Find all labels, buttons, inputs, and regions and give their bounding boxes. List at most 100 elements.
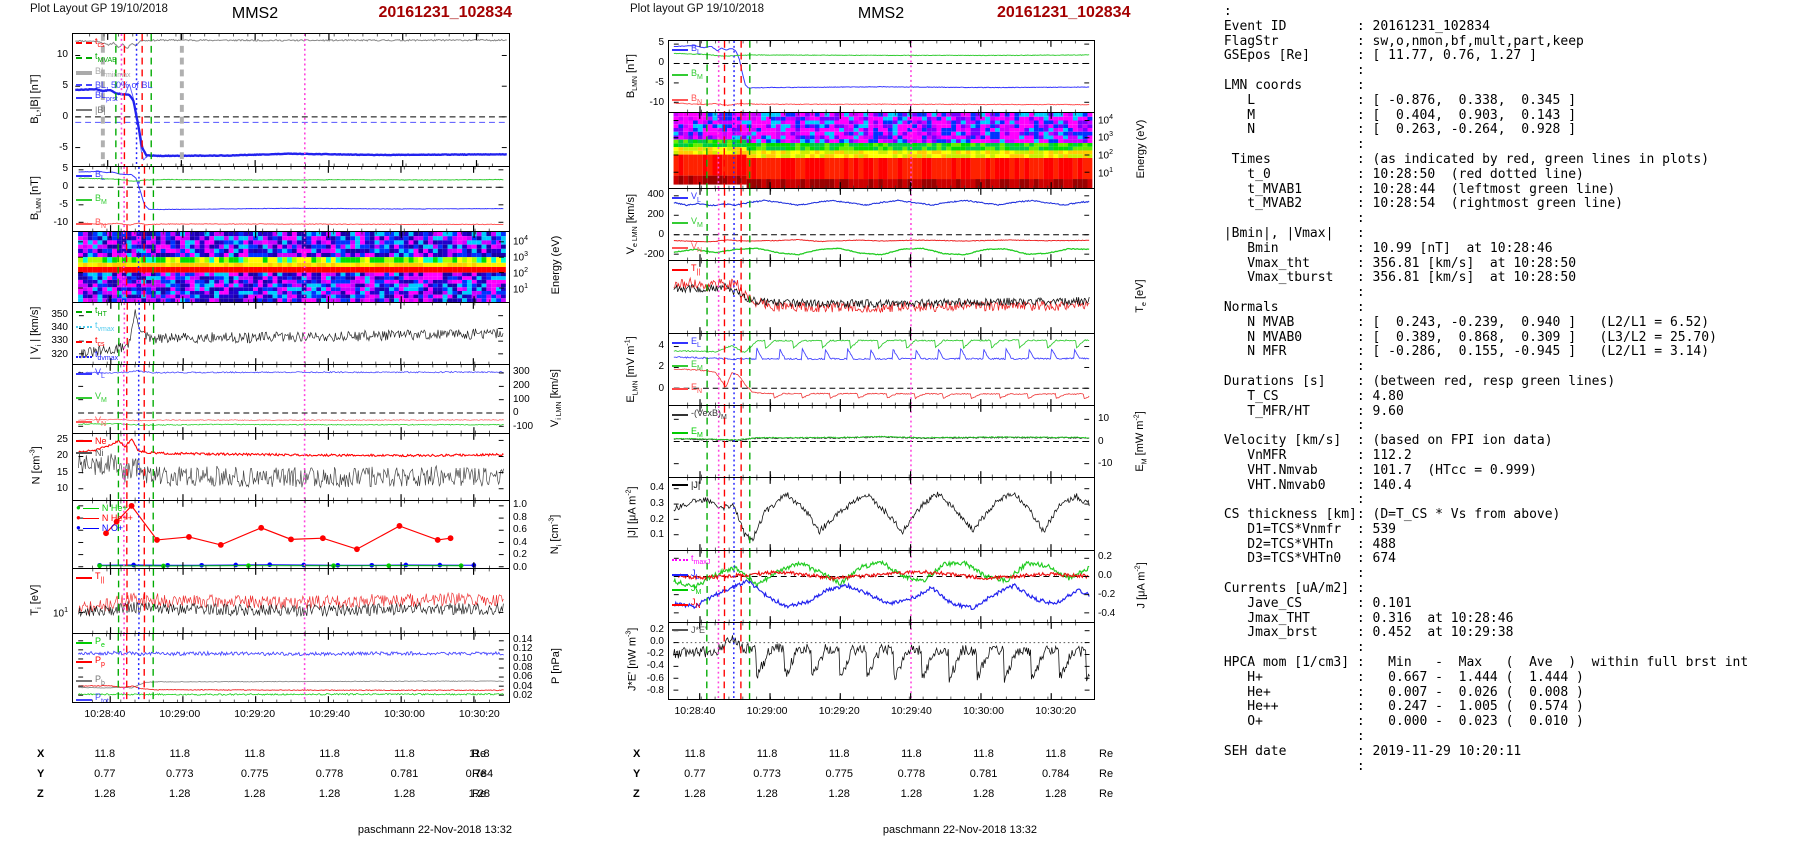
legend-swatch: [76, 440, 92, 442]
ephemeris-axis-label: Y: [37, 768, 44, 780]
panel-ion-spectrogram: [72, 231, 510, 303]
legend-swatch: [672, 484, 688, 486]
y-axis-label: J*E' [nW m-3]: [626, 594, 639, 724]
legend-ve-lmn: VLVMVN: [672, 191, 703, 261]
legend-swatch: [672, 247, 688, 249]
legend-label: BN: [95, 217, 106, 232]
y-axis-label: ELMN [mV m-1]: [625, 304, 640, 434]
panel-jmag: |J|: [668, 477, 1095, 551]
legend-label: EL: [691, 336, 701, 351]
legend-swatch: [76, 661, 92, 663]
panel-j-lmn: tmaxJJLJMJN: [668, 550, 1095, 623]
legend-label: tcs: [95, 36, 105, 51]
ephemeris-value: 11.8: [954, 748, 1014, 760]
time-tick-label: 10:29:00: [732, 705, 802, 717]
ephemeris-axis-label: Z: [633, 788, 640, 800]
legend-label: tvmax: [95, 320, 114, 335]
event-id-label: 20161231_102834: [342, 4, 512, 22]
legend-entry: Ne: [76, 436, 107, 446]
y-axis-label: |J| [μA m-2]: [626, 447, 639, 577]
ephemeris-value: 1.28: [150, 788, 210, 800]
right-axis-label: P [nPa]: [550, 601, 562, 731]
legend-jmag: |J|: [672, 480, 700, 490]
legend-entry: tHT: [76, 305, 118, 320]
legend-entry: BM: [76, 193, 107, 208]
ephemeris-value: 0.77: [665, 768, 725, 780]
legend-label: Ptot: [95, 692, 109, 703]
panel-ti: T||: [72, 568, 510, 634]
legend-entry: VM: [76, 391, 107, 406]
ephemeris-axis-label: Y: [633, 768, 640, 780]
legend-jdote: J*E': [672, 625, 707, 635]
ephemeris-unit: Re: [1099, 768, 1113, 780]
time-tick-label: 10:29:40: [876, 705, 946, 717]
legend-entry: EL: [672, 336, 703, 351]
panel-ve-lmn: VLVMVN: [668, 188, 1095, 261]
legend-swatch: [672, 574, 688, 576]
panel-em-vexb: -(VexB)MEM: [668, 405, 1095, 478]
ephemeris-value: 11.8: [1026, 748, 1086, 760]
legend-entry: EN: [672, 382, 703, 397]
ephemeris-axis-label: X: [37, 748, 44, 760]
legend-label: Pe: [95, 636, 105, 651]
ephemeris-value: 1.28: [809, 788, 869, 800]
right-axis-label: Vi LMN [km/s]: [549, 333, 563, 463]
legend-entry: BL: [76, 169, 107, 184]
legend-entry: Ptot: [76, 692, 109, 703]
legend-label: Pp: [95, 655, 105, 670]
legend-entry: BLminmax: [76, 66, 153, 81]
legend-label: T||: [691, 263, 700, 278]
legend-label: Ni: [95, 448, 104, 458]
legend-entry: ●N He+: [76, 503, 133, 513]
legend-label: BM: [691, 68, 703, 83]
plot-layout-label: Plot Layout GP 19/10/2018: [30, 3, 168, 15]
legend-density: Ne Ni: [76, 436, 107, 460]
ephemeris-value: 1.28: [374, 788, 434, 800]
y-axis-label: Ti [eV]: [29, 535, 43, 665]
ephemeris-value: 11.8: [374, 748, 434, 760]
legend-swatch: [83, 528, 99, 529]
legend-label: Pb: [95, 674, 105, 689]
legend-swatch: [76, 175, 92, 177]
legend-entry: ●N O+: [76, 523, 133, 533]
time-tick-label: 10:29:00: [145, 708, 215, 720]
ephemeris-value: 0.784: [1026, 768, 1086, 780]
ephemeris-unit: Re: [472, 768, 486, 780]
legend-swatch: [672, 269, 688, 271]
panel-density: Ne Ni: [72, 433, 510, 501]
ephemeris-value: 1.28: [954, 788, 1014, 800]
right-axis-label: EM [mW m-2]: [1134, 376, 1149, 506]
ephemeris-unit: Re: [1099, 748, 1113, 760]
legend-label: VN: [95, 415, 106, 430]
panel-electron-spectrogram: [668, 112, 1095, 189]
legend-swatch: [672, 629, 688, 631]
legend-entry: BL: [672, 43, 703, 58]
credit-footer: paschmann 22-Nov-2018 13:32: [292, 824, 512, 836]
legend-entry: VN: [76, 415, 107, 430]
legend-entry: tcs: [76, 36, 153, 51]
legend-label: VL: [691, 191, 701, 206]
legend-swatch: [76, 341, 92, 343]
legend-label: VL: [95, 367, 105, 382]
ephemeris-value: 11.8: [881, 748, 941, 760]
panel-te: T||: [668, 260, 1095, 334]
ephemeris-value: 11.8: [150, 748, 210, 760]
legend-label: BM: [95, 193, 107, 208]
legend-label: BL: [95, 169, 105, 184]
ephemeris-value: 0.778: [300, 768, 360, 780]
ephemeris-axis-label: X: [633, 748, 640, 760]
ephemeris-value: 0.773: [737, 768, 797, 780]
legend-label: EM: [691, 426, 703, 441]
ephemeris-value: 1.28: [75, 788, 135, 800]
legend-entry: BLprst: [76, 90, 153, 105]
time-tick-label: 10:30:20: [1021, 705, 1091, 717]
legend-label: EM: [691, 359, 703, 374]
legend-entry: tvmax: [76, 320, 118, 335]
spacecraft-title: MMS2: [811, 5, 951, 23]
ephemeris-value: 0.773: [150, 768, 210, 780]
legend-e-lmn: EL EM EN: [672, 336, 703, 404]
panel-jdote: J*E': [668, 622, 1095, 700]
legend-label: JL: [691, 568, 699, 583]
mms-quicklook-screen: { "chart_data": { "type": "line", "descr…: [0, 0, 1804, 841]
legend-swatch: [76, 680, 92, 682]
